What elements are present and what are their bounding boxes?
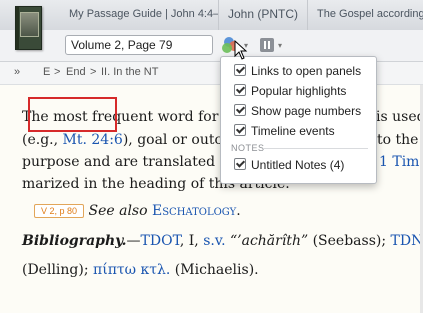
menu-item-timeline-events[interactable]: Timeline events bbox=[234, 123, 335, 139]
menu-item-popular-highlights[interactable]: Popular highlights bbox=[234, 83, 346, 99]
tdot-link[interactable]: TDOT bbox=[141, 233, 180, 249]
breadcrumb-item-in-the-nt[interactable]: II. In the NT bbox=[101, 66, 158, 78]
notes-section-header: NOTES bbox=[231, 143, 265, 153]
tab-john-pntc[interactable]: John (PNTC) bbox=[219, 0, 308, 30]
text-line: purpose and are translated “ 1 Tim. bbox=[22, 154, 423, 170]
divider bbox=[263, 148, 368, 149]
text-line: (e.g., Mt. 24:6), goal or outco to the l… bbox=[22, 132, 423, 148]
visual-filters-menu: Links to open panels Popular highlights … bbox=[220, 56, 377, 184]
eschatology-link[interactable]: Eschatology bbox=[152, 203, 236, 219]
tab-gospel-according[interactable]: The Gospel according to bbox=[308, 0, 423, 30]
panel-menu-icon[interactable] bbox=[260, 38, 274, 52]
greek-term-link[interactable]: πίπτω κτλ. bbox=[93, 262, 170, 278]
checkbox-checked-icon[interactable] bbox=[234, 64, 246, 76]
breadcrumb-expand-icon[interactable]: » bbox=[14, 66, 20, 78]
page-number-badge[interactable]: V 2, p 80 bbox=[34, 204, 85, 218]
text-line: (Delling); πίπτω κτλ. (Michaelis). bbox=[22, 262, 259, 278]
mouse-cursor-icon bbox=[234, 40, 248, 60]
checkbox-checked-icon[interactable] bbox=[234, 84, 246, 96]
bibliography-line: Bibliography.—TDOT, I, s.v. “’achărîth” … bbox=[22, 233, 423, 249]
breadcrumb-divider: > bbox=[54, 66, 61, 78]
tdnt-link[interactable]: TDNT bbox=[391, 233, 423, 249]
bible-ref-link[interactable]: 1 Tim. bbox=[379, 154, 423, 170]
see-also-line: V 2, p 80 See also Eschatology. bbox=[34, 203, 241, 219]
reference-input[interactable] bbox=[65, 35, 213, 55]
checkbox-checked-icon[interactable] bbox=[234, 124, 246, 136]
checkbox-checked-icon[interactable] bbox=[234, 104, 246, 116]
sv-link[interactable]: s.v. bbox=[203, 233, 225, 249]
breadcrumb-divider: > bbox=[90, 66, 97, 78]
menu-item-untitled-notes[interactable]: Untitled Notes (4) bbox=[234, 157, 344, 173]
tab-passage-guide[interactable]: My Passage Guide | John 4:4–26 bbox=[60, 0, 219, 30]
bible-ref-link[interactable]: Mt. 24:6 bbox=[63, 132, 123, 148]
tab-strip: My Passage Guide | John 4:4–26 John (PNT… bbox=[0, 0, 423, 31]
menu-item-links-to-open-panels[interactable]: Links to open panels bbox=[234, 63, 361, 79]
resource-cover-icon[interactable] bbox=[15, 6, 42, 50]
menu-item-show-page-numbers[interactable]: Show page numbers bbox=[234, 103, 361, 119]
breadcrumb-item-end[interactable]: End bbox=[66, 66, 86, 78]
breadcrumb-item-e[interactable]: E bbox=[43, 66, 50, 78]
checkbox-checked-icon[interactable] bbox=[234, 158, 246, 170]
chevron-down-icon[interactable]: ▾ bbox=[278, 41, 282, 50]
annotation-highlight-box bbox=[28, 97, 117, 132]
